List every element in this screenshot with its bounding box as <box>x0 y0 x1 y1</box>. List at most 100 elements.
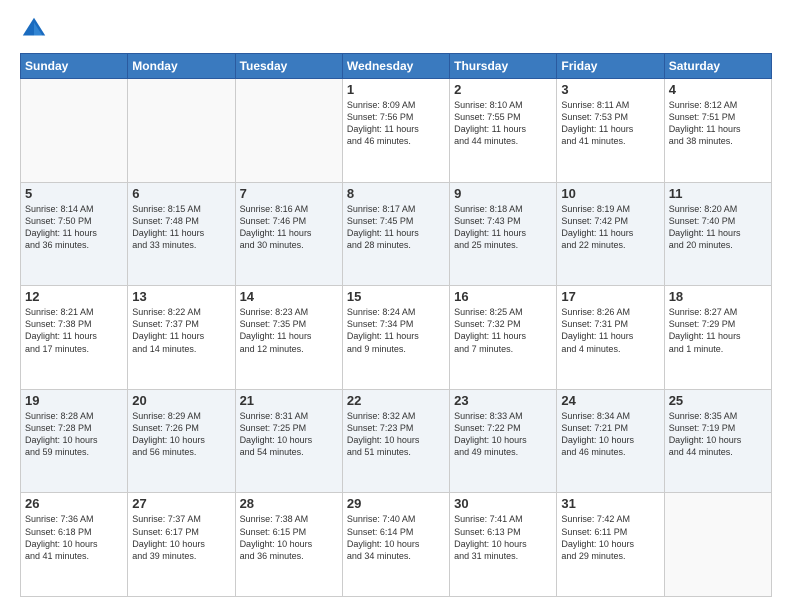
day-number: 8 <box>347 186 445 201</box>
weekday-header-saturday: Saturday <box>664 54 771 79</box>
day-info: Sunrise: 8:29 AM Sunset: 7:26 PM Dayligh… <box>132 410 230 459</box>
logo <box>20 15 52 43</box>
calendar-cell: 28 Sunrise: 7:38 AM Sunset: 6:15 PM Dayli… <box>235 493 342 597</box>
day-number: 23 <box>454 393 552 408</box>
calendar-cell: 9 Sunrise: 8:18 AM Sunset: 7:43 PM Daylig… <box>450 182 557 286</box>
weekday-header-monday: Monday <box>128 54 235 79</box>
calendar-cell: 19Sunrise: 8:28 AM Sunset: 7:28 PM Dayli… <box>21 389 128 493</box>
page: SundayMondayTuesdayWednesdayThursdayFrid… <box>0 0 792 612</box>
weekday-header-row: SundayMondayTuesdayWednesdayThursdayFrid… <box>21 54 772 79</box>
day-number: 13 <box>132 289 230 304</box>
day-number: 12 <box>25 289 123 304</box>
day-number: 14 <box>240 289 338 304</box>
day-number: 25 <box>669 393 767 408</box>
day-number: 26 <box>25 496 123 511</box>
week-row-2: 5Sunrise: 8:14 AM Sunset: 7:50 PM Daylig… <box>21 182 772 286</box>
day-info: Sunrise: 8:31 AM Sunset: 7:25 PM Dayligh… <box>240 410 338 459</box>
day-info: Sunrise: 8:18 AM Sunset: 7:43 PM Dayligh… <box>454 203 552 252</box>
day-info: Sunrise: 8:12 AM Sunset: 7:51 PM Dayligh… <box>669 99 767 148</box>
day-number: 3 <box>561 82 659 97</box>
weekday-header-friday: Friday <box>557 54 664 79</box>
calendar-cell: 3 Sunrise: 8:11 AM Sunset: 7:53 PM Daylig… <box>557 79 664 183</box>
calendar-cell: 25 Sunrise: 8:35 AM Sunset: 7:19 PM Dayli… <box>664 389 771 493</box>
day-number: 11 <box>669 186 767 201</box>
calendar-cell: 4 Sunrise: 8:12 AM Sunset: 7:51 PM Daylig… <box>664 79 771 183</box>
day-number: 4 <box>669 82 767 97</box>
day-number: 6 <box>132 186 230 201</box>
day-info: Sunrise: 8:10 AM Sunset: 7:55 PM Dayligh… <box>454 99 552 148</box>
day-info: Sunrise: 7:38 AM Sunset: 6:15 PM Dayligh… <box>240 513 338 562</box>
day-number: 20 <box>132 393 230 408</box>
calendar-cell: 8 Sunrise: 8:17 AM Sunset: 7:45 PM Daylig… <box>342 182 449 286</box>
day-info: Sunrise: 8:34 AM Sunset: 7:21 PM Dayligh… <box>561 410 659 459</box>
header <box>20 15 772 43</box>
calendar-cell: 15 Sunrise: 8:24 AM Sunset: 7:34 PM Dayli… <box>342 286 449 390</box>
day-number: 2 <box>454 82 552 97</box>
calendar-cell: 21 Sunrise: 8:31 AM Sunset: 7:25 PM Dayli… <box>235 389 342 493</box>
day-info: Sunrise: 8:25 AM Sunset: 7:32 PM Dayligh… <box>454 306 552 355</box>
day-number: 16 <box>454 289 552 304</box>
day-number: 10 <box>561 186 659 201</box>
calendar-cell <box>664 493 771 597</box>
day-number: 1 <box>347 82 445 97</box>
week-row-5: 26 Sunrise: 7:36 AM Sunset: 6:18 PM Dayli… <box>21 493 772 597</box>
day-number: 17 <box>561 289 659 304</box>
day-info: Sunrise: 8:27 AM Sunset: 7:29 PM Dayligh… <box>669 306 767 355</box>
calendar-cell: 2 Sunrise: 8:10 AM Sunset: 7:55 PM Daylig… <box>450 79 557 183</box>
week-row-3: 12Sunrise: 8:21 AM Sunset: 7:38 PM Dayli… <box>21 286 772 390</box>
day-info: Sunrise: 8:23 AM Sunset: 7:35 PM Dayligh… <box>240 306 338 355</box>
calendar-cell: 10 Sunrise: 8:19 AM Sunset: 7:42 PM Dayli… <box>557 182 664 286</box>
calendar-cell: 12Sunrise: 8:21 AM Sunset: 7:38 PM Dayli… <box>21 286 128 390</box>
weekday-header-wednesday: Wednesday <box>342 54 449 79</box>
day-info: Sunrise: 7:36 AM Sunset: 6:18 PM Dayligh… <box>25 513 123 562</box>
week-row-1: 1Sunrise: 8:09 AM Sunset: 7:56 PM Daylig… <box>21 79 772 183</box>
day-number: 22 <box>347 393 445 408</box>
day-info: Sunrise: 8:16 AM Sunset: 7:46 PM Dayligh… <box>240 203 338 252</box>
calendar-cell: 23 Sunrise: 8:33 AM Sunset: 7:22 PM Dayli… <box>450 389 557 493</box>
day-number: 29 <box>347 496 445 511</box>
day-number: 15 <box>347 289 445 304</box>
calendar-cell: 17 Sunrise: 8:26 AM Sunset: 7:31 PM Dayli… <box>557 286 664 390</box>
calendar-cell <box>235 79 342 183</box>
calendar-cell: 13 Sunrise: 8:22 AM Sunset: 7:37 PM Dayli… <box>128 286 235 390</box>
calendar-cell: 11 Sunrise: 8:20 AM Sunset: 7:40 PM Dayli… <box>664 182 771 286</box>
calendar-cell: 20 Sunrise: 8:29 AM Sunset: 7:26 PM Dayli… <box>128 389 235 493</box>
weekday-header-tuesday: Tuesday <box>235 54 342 79</box>
day-info: Sunrise: 8:32 AM Sunset: 7:23 PM Dayligh… <box>347 410 445 459</box>
day-number: 21 <box>240 393 338 408</box>
calendar-cell: 26 Sunrise: 7:36 AM Sunset: 6:18 PM Dayli… <box>21 493 128 597</box>
day-number: 7 <box>240 186 338 201</box>
day-info: Sunrise: 8:22 AM Sunset: 7:37 PM Dayligh… <box>132 306 230 355</box>
calendar-table: SundayMondayTuesdayWednesdayThursdayFrid… <box>20 53 772 597</box>
day-info: Sunrise: 8:17 AM Sunset: 7:45 PM Dayligh… <box>347 203 445 252</box>
calendar-cell: 14 Sunrise: 8:23 AM Sunset: 7:35 PM Dayli… <box>235 286 342 390</box>
day-info: Sunrise: 8:20 AM Sunset: 7:40 PM Dayligh… <box>669 203 767 252</box>
day-number: 31 <box>561 496 659 511</box>
weekday-header-thursday: Thursday <box>450 54 557 79</box>
calendar-cell <box>21 79 128 183</box>
day-info: Sunrise: 8:11 AM Sunset: 7:53 PM Dayligh… <box>561 99 659 148</box>
logo-icon <box>20 15 48 43</box>
calendar-cell: 29Sunrise: 7:40 AM Sunset: 6:14 PM Dayli… <box>342 493 449 597</box>
day-number: 30 <box>454 496 552 511</box>
calendar-cell: 5Sunrise: 8:14 AM Sunset: 7:50 PM Daylig… <box>21 182 128 286</box>
day-number: 9 <box>454 186 552 201</box>
calendar-cell: 16 Sunrise: 8:25 AM Sunset: 7:32 PM Dayli… <box>450 286 557 390</box>
day-number: 28 <box>240 496 338 511</box>
day-info: Sunrise: 8:33 AM Sunset: 7:22 PM Dayligh… <box>454 410 552 459</box>
day-info: Sunrise: 8:35 AM Sunset: 7:19 PM Dayligh… <box>669 410 767 459</box>
calendar-cell: 24Sunrise: 8:34 AM Sunset: 7:21 PM Dayli… <box>557 389 664 493</box>
day-info: Sunrise: 8:19 AM Sunset: 7:42 PM Dayligh… <box>561 203 659 252</box>
day-info: Sunrise: 7:41 AM Sunset: 6:13 PM Dayligh… <box>454 513 552 562</box>
weekday-header-sunday: Sunday <box>21 54 128 79</box>
calendar-cell: 30 Sunrise: 7:41 AM Sunset: 6:13 PM Dayli… <box>450 493 557 597</box>
day-info: Sunrise: 7:42 AM Sunset: 6:11 PM Dayligh… <box>561 513 659 562</box>
day-info: Sunrise: 8:26 AM Sunset: 7:31 PM Dayligh… <box>561 306 659 355</box>
calendar-cell: 22 Sunrise: 8:32 AM Sunset: 7:23 PM Dayli… <box>342 389 449 493</box>
day-info: Sunrise: 7:37 AM Sunset: 6:17 PM Dayligh… <box>132 513 230 562</box>
calendar-cell: 6Sunrise: 8:15 AM Sunset: 7:48 PM Daylig… <box>128 182 235 286</box>
day-info: Sunrise: 8:28 AM Sunset: 7:28 PM Dayligh… <box>25 410 123 459</box>
calendar-cell: 31 Sunrise: 7:42 AM Sunset: 6:11 PM Dayli… <box>557 493 664 597</box>
day-info: Sunrise: 8:24 AM Sunset: 7:34 PM Dayligh… <box>347 306 445 355</box>
day-info: Sunrise: 8:14 AM Sunset: 7:50 PM Dayligh… <box>25 203 123 252</box>
